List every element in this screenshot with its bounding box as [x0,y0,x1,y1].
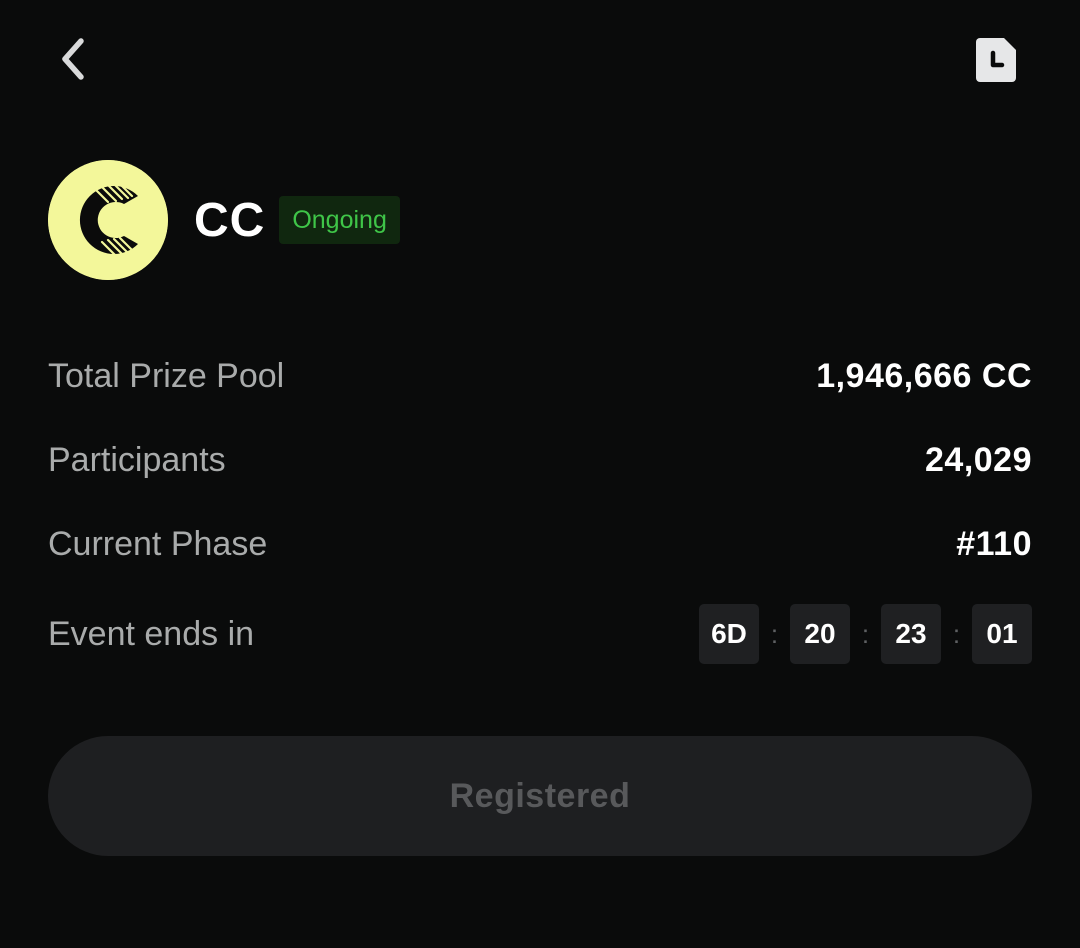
token-name: CC [194,193,266,247]
info-row-prize-pool: Total Prize Pool 1,946,666 CC [48,346,1032,406]
event-header: CC Ongoing [48,160,400,280]
info-row-current-phase: Current Phase #110 [48,514,1032,574]
info-row-event-ends: Event ends in 6D : 20 : 23 : 01 [48,604,1032,664]
clock-document-icon [976,38,1016,82]
cc-coin-logo [48,160,168,280]
history-button[interactable] [966,30,1026,90]
status-badge: Ongoing [279,196,400,244]
participants-label: Participants [48,440,226,479]
participants-value: 24,029 [925,440,1032,479]
countdown-days: 6D [699,604,759,664]
countdown-separator: : [952,618,961,649]
prize-pool-label: Total Prize Pool [48,356,285,395]
countdown-hours: 20 [790,604,850,664]
countdown-minutes: 23 [881,604,941,664]
registered-button[interactable]: Registered [48,736,1032,856]
countdown-seconds: 01 [972,604,1032,664]
info-row-participants: Participants 24,029 [48,430,1032,490]
top-bar [0,0,1080,120]
event-ends-label: Event ends in [48,614,255,653]
back-button[interactable] [48,30,96,88]
chevron-left-icon [62,38,84,80]
current-phase-value: #110 [956,524,1032,563]
countdown-separator: : [770,618,779,649]
countdown-separator: : [861,618,870,649]
prize-pool-value: 1,946,666 CC [816,356,1032,395]
current-phase-label: Current Phase [48,524,268,563]
countdown-timer: 6D : 20 : 23 : 01 [699,604,1032,664]
token-logo [48,160,168,280]
